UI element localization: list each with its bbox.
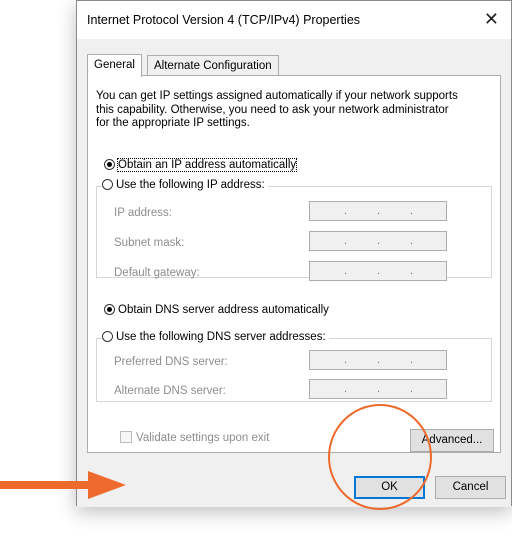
arrow-right-icon bbox=[0, 471, 126, 499]
default-gateway-field[interactable]: ... bbox=[309, 261, 447, 281]
dialog-footer: OK Cancel bbox=[77, 453, 511, 507]
tcpip-properties-dialog: Internet Protocol Version 4 (TCP/IPv4) P… bbox=[76, 0, 512, 507]
preferred-dns-field[interactable]: ... bbox=[309, 350, 447, 370]
dns-auto-label: Obtain DNS server address automatically bbox=[118, 304, 329, 316]
ip-manual-option[interactable]: Use the following IP address: bbox=[102, 179, 268, 191]
dns-manual-option[interactable]: Use the following DNS server addresses: bbox=[102, 331, 329, 343]
ip-manual-radio[interactable] bbox=[102, 179, 113, 190]
tab-general[interactable]: General bbox=[87, 54, 142, 77]
subnet-mask-field[interactable]: ... bbox=[309, 231, 447, 251]
cancel-button[interactable]: Cancel bbox=[435, 476, 506, 499]
tab-alternate-configuration[interactable]: Alternate Configuration bbox=[147, 55, 279, 76]
description-text: You can get IP settings assigned automat… bbox=[96, 90, 458, 129]
dns-auto-radio[interactable] bbox=[104, 304, 115, 315]
validate-checkbox[interactable] bbox=[120, 431, 132, 443]
ip-auto-option[interactable]: Obtain an IP address automatically bbox=[104, 158, 298, 172]
alternate-dns-label: Alternate DNS server: bbox=[114, 385, 226, 397]
ok-button[interactable]: OK bbox=[354, 476, 425, 499]
advanced-button[interactable]: Advanced... bbox=[410, 429, 494, 452]
close-icon[interactable]: ✕ bbox=[484, 9, 499, 30]
dns-manual-radio[interactable] bbox=[102, 331, 113, 342]
ip-address-field[interactable]: ... bbox=[309, 201, 447, 221]
preferred-dns-label: Preferred DNS server: bbox=[114, 356, 228, 368]
default-gateway-label: Default gateway: bbox=[114, 267, 200, 279]
dns-auto-option[interactable]: Obtain DNS server address automatically bbox=[104, 304, 329, 316]
ip-address-label: IP address: bbox=[114, 207, 172, 219]
ip-manual-label: Use the following IP address: bbox=[116, 179, 265, 191]
ip-auto-radio[interactable] bbox=[104, 159, 115, 170]
general-panel: You can get IP settings assigned automat… bbox=[87, 75, 501, 453]
validate-option[interactable]: Validate settings upon exit bbox=[120, 431, 269, 444]
subnet-mask-label: Subnet mask: bbox=[114, 237, 185, 249]
title-bar: Internet Protocol Version 4 (TCP/IPv4) P… bbox=[77, 1, 511, 39]
window-title: Internet Protocol Version 4 (TCP/IPv4) P… bbox=[87, 13, 361, 27]
alternate-dns-field[interactable]: ... bbox=[309, 379, 447, 399]
ip-auto-label: Obtain an IP address automatically bbox=[116, 158, 298, 172]
validate-label: Validate settings upon exit bbox=[136, 432, 270, 444]
dns-manual-label: Use the following DNS server addresses: bbox=[116, 331, 326, 343]
